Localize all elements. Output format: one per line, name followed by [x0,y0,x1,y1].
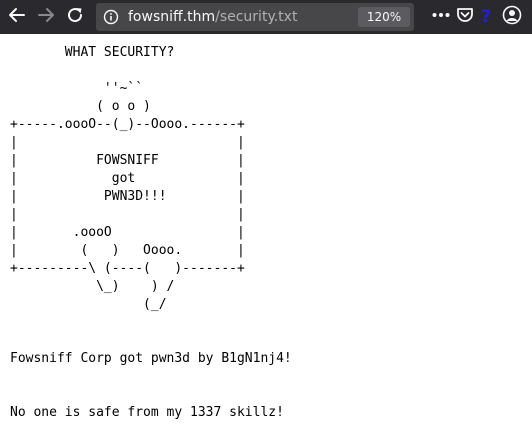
help-question-icon: ? [480,6,492,27]
arrow-left-icon [8,6,26,28]
pocket-button[interactable] [455,7,475,27]
arrow-right-icon [37,6,55,28]
extension-button[interactable]: ? [476,7,496,27]
page-actions-button[interactable] [431,7,451,27]
text-line: \_) ) / [10,279,175,294]
text-line: | .oooO | [10,225,245,240]
address-bar[interactable]: fowsniff.thm/security.txt 120% [96,3,414,31]
browser-toolbar: fowsniff.thm/security.txt 120% ? [0,0,532,34]
text-line: | ( ) Oooo. | [10,243,245,258]
text-line: | | [10,207,245,222]
info-icon[interactable] [103,9,119,25]
pocket-icon [456,6,474,28]
zoom-level-badge[interactable]: 120% [358,7,410,27]
more-dots-icon [431,5,451,29]
url-text[interactable]: fowsniff.thm/security.txt [128,7,297,27]
text-line: ( o o ) [10,99,151,114]
text-line: WHAT SECURITY? [10,45,175,60]
forward-button[interactable] [33,4,59,30]
text-line: No one is safe from my 1337 skillz! [10,405,284,420]
user-icon [502,5,522,29]
text-line: | PWN3D!!! | [10,189,245,204]
url-host: fowsniff.thm [128,9,216,25]
text-line: | got | [10,171,245,186]
text-line: | FOWSNIFF | [10,153,245,168]
text-line: ''~`` [10,81,144,96]
reload-button[interactable] [62,4,88,30]
text-line: +-----.oooO--(_)--Oooo.------+ [10,117,245,132]
security-text-content: WHAT SECURITY? ''~`` ( o o ) +-----.oooO… [10,44,292,422]
text-line: | | [10,135,245,150]
reload-icon [66,6,84,28]
text-line: Fowsniff Corp got pwn3d by B1gN1nj4! [10,351,292,366]
text-line: (_/ [10,297,167,312]
back-button[interactable] [4,4,30,30]
account-button[interactable] [502,5,522,29]
url-path: /security.txt [215,9,298,25]
text-line: +---------\ (----( )-------+ [10,261,245,276]
